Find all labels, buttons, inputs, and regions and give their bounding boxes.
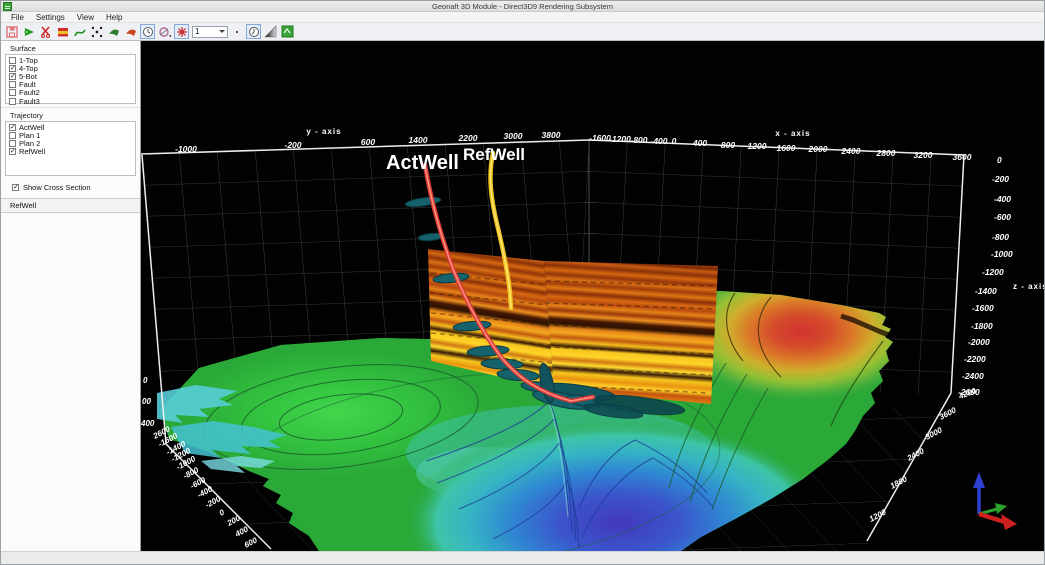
title-bar: Geonaft 3D Module - Direct3D9 Rendering … <box>1 1 1044 12</box>
svg-text:0: 0 <box>997 155 1002 165</box>
toolbar: 1 <box>1 23 1044 41</box>
clock-icon[interactable] <box>140 24 155 39</box>
list-item-fault3[interactable]: Fault3 <box>6 97 135 105</box>
list-item-label: RefWell <box>19 147 45 156</box>
svg-text:2000: 2000 <box>807 144 827 154</box>
well-selector[interactable]: RefWell <box>1 198 140 213</box>
checkbox[interactable]: ✓ <box>9 65 16 72</box>
refwell-label: RefWell <box>463 145 525 164</box>
checkbox[interactable]: ✓ <box>9 124 16 131</box>
svg-text:3800: 3800 <box>541 130 560 140</box>
svg-text:-1200: -1200 <box>982 267 1004 277</box>
app-window: Geonaft 3D Module - Direct3D9 Rendering … <box>0 0 1045 565</box>
svg-text:1400: 1400 <box>408 135 427 145</box>
window-title: Geonaft 3D Module - Direct3D9 Rendering … <box>1 2 1044 11</box>
svg-text:400: 400 <box>141 419 155 428</box>
svg-text:-2000: -2000 <box>968 337 990 347</box>
compass-icon[interactable] <box>174 24 189 39</box>
clock-alt-icon[interactable] <box>246 24 261 39</box>
svg-text:3000: 3000 <box>503 131 522 141</box>
toolbar-separator <box>236 31 238 33</box>
svg-text:0: 0 <box>671 136 676 146</box>
checkbox[interactable] <box>9 132 16 139</box>
z-axis-title: z - axis <box>1013 282 1044 291</box>
menu-file[interactable]: File <box>5 13 30 22</box>
svg-text:-1000: -1000 <box>991 249 1013 259</box>
svg-text:-1200: -1200 <box>609 134 631 144</box>
checkbox[interactable] <box>9 140 16 147</box>
list-item-refwell[interactable]: ✓RefWell <box>6 148 135 156</box>
svg-text:2800: 2800 <box>875 148 895 158</box>
svg-text:2400: 2400 <box>840 146 860 156</box>
layers-flag-icon[interactable] <box>55 24 70 39</box>
pan-points-icon[interactable] <box>89 24 104 39</box>
shade-gradient-icon[interactable] <box>263 24 278 39</box>
trajectory-group-label: Trajectory <box>10 111 140 120</box>
checkbox[interactable]: ✓ <box>9 148 16 155</box>
curve-icon[interactable] <box>72 24 87 39</box>
actwell-label: ActWell <box>386 152 459 174</box>
svg-text:1200: 1200 <box>747 141 766 151</box>
menu-view[interactable]: View <box>71 13 100 22</box>
svg-text:-2400: -2400 <box>962 371 984 381</box>
x-axis-title: x - axis <box>775 129 810 138</box>
scene-3d-icon[interactable] <box>280 24 295 39</box>
show-cross-section-label: Show Cross Section <box>23 183 91 192</box>
surface-group-label: Surface <box>10 44 140 53</box>
divider <box>1 107 140 108</box>
svg-text:-1000: -1000 <box>175 144 197 154</box>
svg-text:1600: 1600 <box>776 143 795 153</box>
checkbox[interactable]: ✓ <box>9 73 16 80</box>
checkbox[interactable] <box>9 98 16 105</box>
svg-text:600: 600 <box>361 137 375 147</box>
svg-text:-200: -200 <box>992 174 1009 184</box>
trajectory-list: ✓ActWell Plan 1 Plan 2 ✓RefWell <box>5 121 136 176</box>
save-icon[interactable] <box>4 24 19 39</box>
layer-select-value: 1 <box>195 27 199 36</box>
checkbox[interactable] <box>9 57 16 64</box>
show-cross-section-row[interactable]: ✓ Show Cross Section <box>12 183 140 192</box>
chevron-down-icon <box>219 30 225 33</box>
svg-text:800: 800 <box>721 140 735 150</box>
menu-help[interactable]: Help <box>100 13 128 22</box>
viewport-3d[interactable]: ActWell RefWell y - axis -1000 -200 600 … <box>141 41 1044 551</box>
svg-text:-800: -800 <box>992 232 1009 242</box>
svg-text:-400: -400 <box>994 194 1011 204</box>
surface-list: 1-Top ✓4-Top ✓5-Bot Fault Fault2 Fault3 <box>5 54 136 104</box>
svg-text:-1400: -1400 <box>975 286 997 296</box>
surface-red-icon[interactable] <box>123 24 138 39</box>
checkbox[interactable]: ✓ <box>12 184 19 191</box>
status-bar <box>1 551 1044 565</box>
menu-bar: File Settings View Help <box>1 12 1044 23</box>
list-item-label: Fault3 <box>19 97 40 106</box>
svg-text:2200: 2200 <box>457 133 477 143</box>
svg-text:-600: -600 <box>994 212 1011 222</box>
orbit-icon[interactable] <box>157 24 172 39</box>
layer-select[interactable]: 1 <box>192 26 228 38</box>
checkbox[interactable] <box>9 81 16 88</box>
menu-settings[interactable]: Settings <box>30 13 71 22</box>
svg-text:-1600: -1600 <box>972 303 994 313</box>
surface-green-icon[interactable] <box>106 24 121 39</box>
svg-text:-1800: -1800 <box>971 321 993 331</box>
svg-text:3200: 3200 <box>913 150 932 160</box>
scene-3d-canvas[interactable]: ActWell RefWell y - axis -1000 -200 600 … <box>141 41 1044 551</box>
svg-text:400: 400 <box>692 138 707 148</box>
svg-text:-200: -200 <box>284 140 301 150</box>
svg-text:-1600: -1600 <box>589 133 611 143</box>
svg-text:0: 0 <box>143 376 148 385</box>
checkbox[interactable] <box>9 89 16 96</box>
svg-text:3600: 3600 <box>952 152 971 162</box>
svg-text:-2200: -2200 <box>964 354 986 364</box>
y-axis-title: y - axis <box>306 127 341 136</box>
sidebar: Surface 1-Top ✓4-Top ✓5-Bot Fault Fault2… <box>1 41 141 551</box>
cut-icon[interactable] <box>38 24 53 39</box>
run-icon[interactable] <box>21 24 36 39</box>
svg-text:-800: -800 <box>630 135 647 145</box>
svg-text:-400: -400 <box>650 136 667 146</box>
svg-text:00: 00 <box>142 397 151 406</box>
